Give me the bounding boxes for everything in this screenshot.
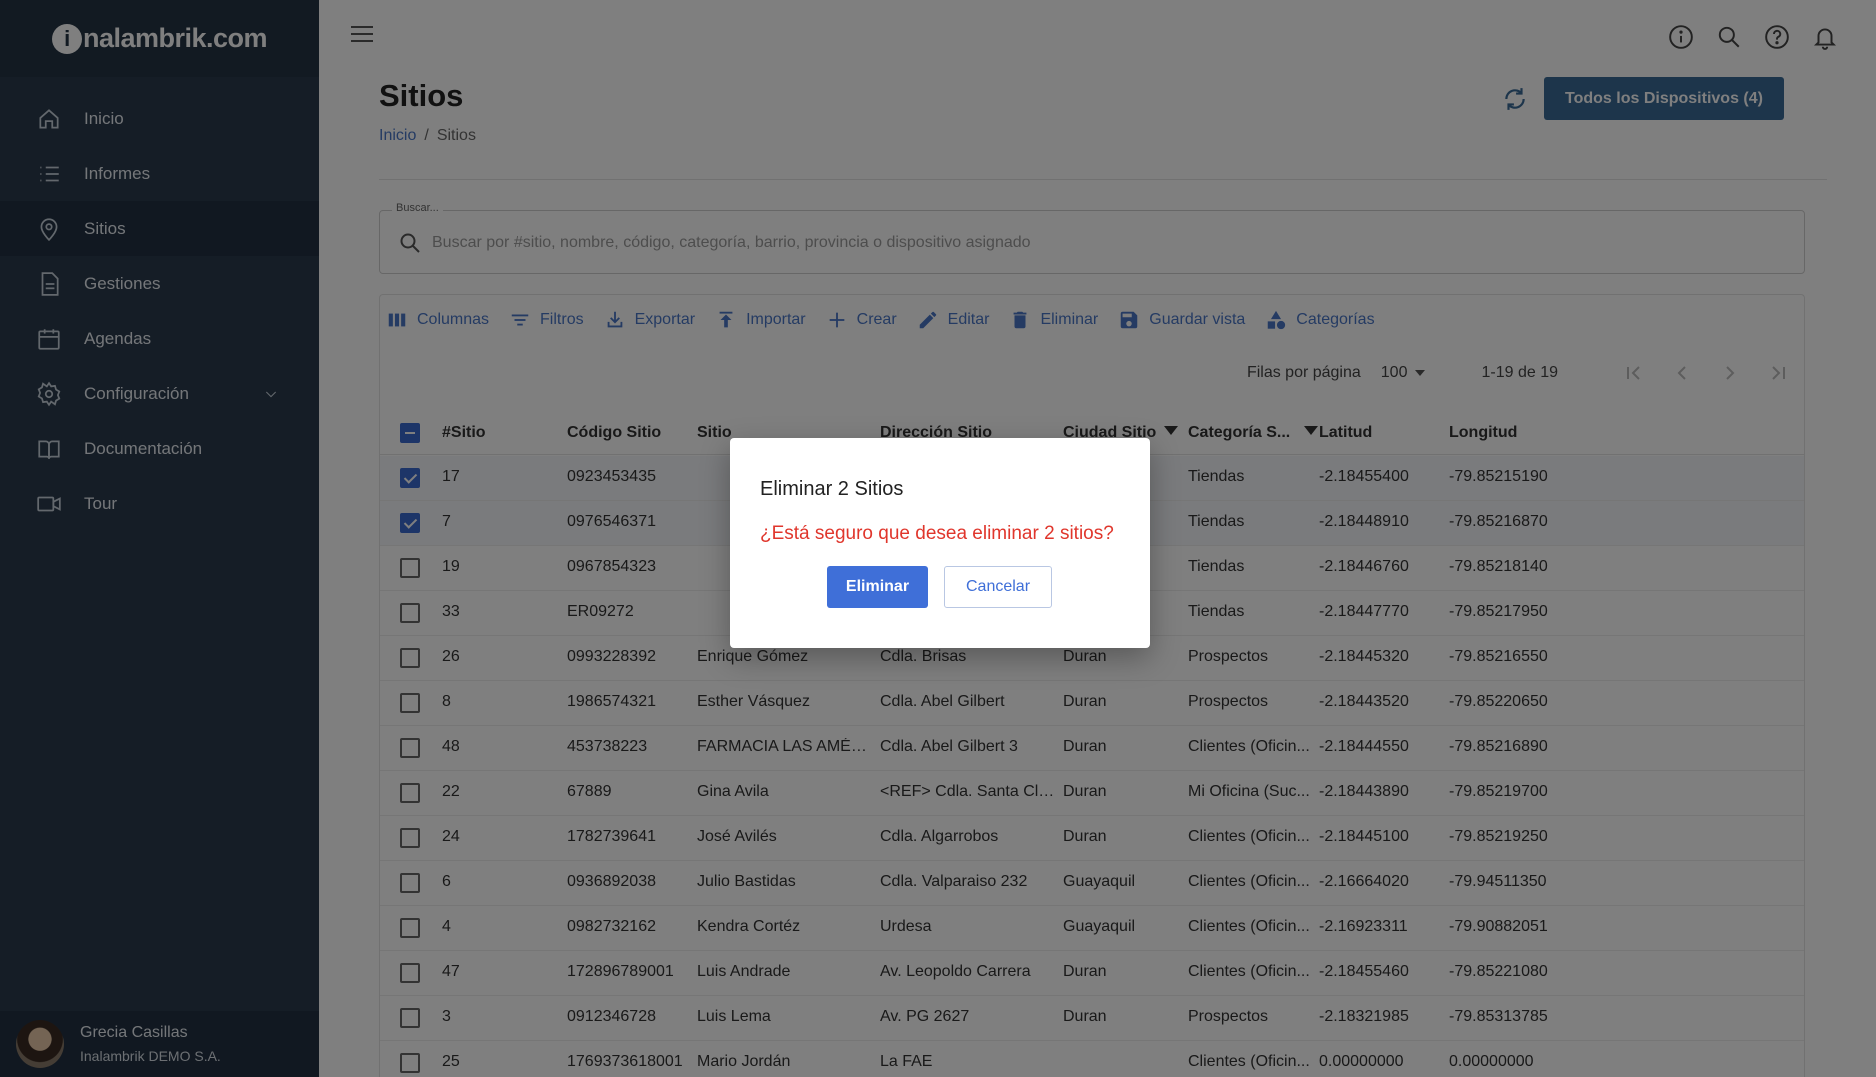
delete-dialog: Eliminar 2 Sitios ¿Está seguro que desea… xyxy=(730,438,1150,648)
dialog-title: Eliminar 2 Sitios xyxy=(760,478,904,500)
cancel-button[interactable]: Cancelar xyxy=(944,566,1052,608)
confirm-delete-button[interactable]: Eliminar xyxy=(827,566,928,608)
dialog-message: ¿Está seguro que desea eliminar 2 sitios… xyxy=(760,523,1114,544)
